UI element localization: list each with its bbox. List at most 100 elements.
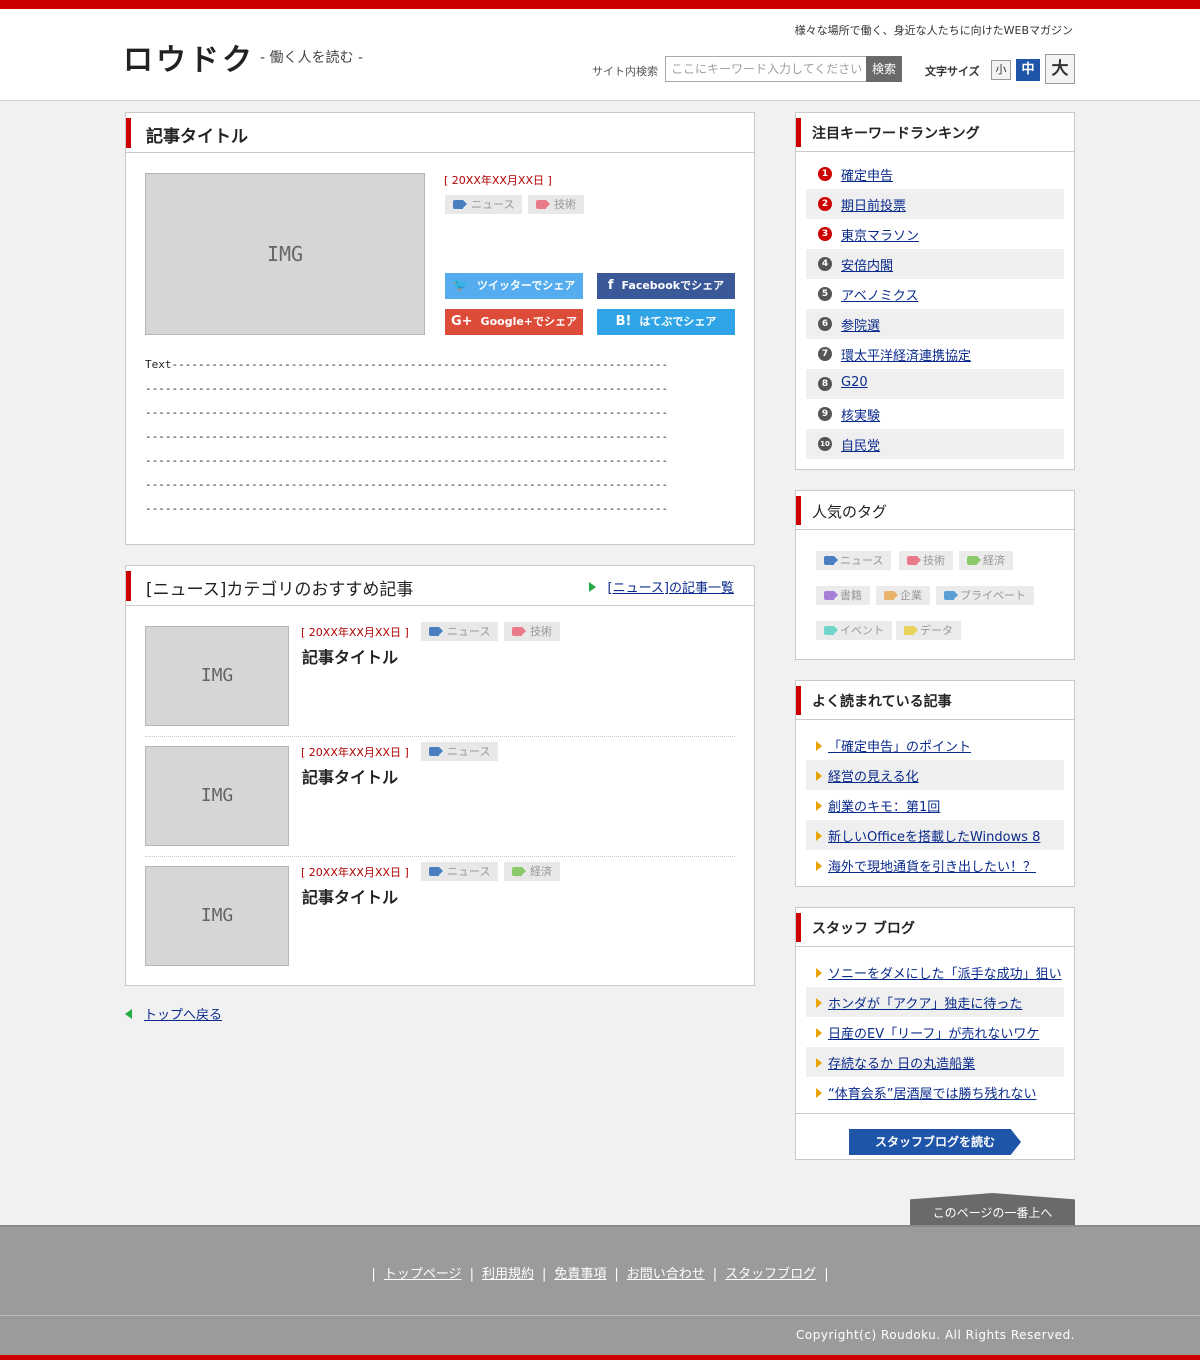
- ranking-item[interactable]: 5 アベノミクス: [806, 279, 1064, 309]
- item-image: IMG: [145, 626, 289, 726]
- ranking-keyword-link[interactable]: 核実験: [841, 405, 880, 424]
- ranking-title: 注目キーワードランキング: [812, 126, 980, 142]
- article-link[interactable]: “体育会系”居酒屋では勝ち残れない: [828, 1083, 1036, 1102]
- most-read-header: よく読まれている記事: [796, 681, 1074, 720]
- list-item[interactable]: IMG [ 20XX年XX月XX日 ] ニュース 記事タイトル: [145, 742, 735, 866]
- recommend-more-link-text[interactable]: [ニュース]の記事一覧: [608, 581, 735, 596]
- article-link[interactable]: 創業のキモ：第1回: [828, 796, 940, 815]
- list-item[interactable]: IMG [ 20XX年XX月XX日 ] ニュース 技術 記事タイトル: [145, 622, 735, 746]
- list-item[interactable]: 創業のキモ：第1回: [806, 790, 1064, 820]
- article-tag-tech[interactable]: 技術: [528, 195, 584, 214]
- article-tag-news[interactable]: ニュース: [445, 195, 523, 214]
- recommend-more-link[interactable]: [ニュース]の記事一覧: [588, 577, 735, 596]
- list-item[interactable]: ホンダが「アクア」独走に待った: [806, 987, 1064, 1017]
- ranking-item[interactable]: 1 確定申告: [806, 159, 1064, 189]
- ranking-item[interactable]: 4 安倍内閣: [806, 249, 1064, 279]
- article-link[interactable]: ホンダが「アクア」独走に待った: [828, 993, 1022, 1012]
- popular-tag[interactable]: 書籍: [816, 586, 870, 605]
- popular-tag[interactable]: 技術: [899, 551, 953, 570]
- site-logo[interactable]: ロウドク: [123, 35, 255, 79]
- keyword-ranking-panel: 注目キーワードランキング 1 確定申告 2 期日前投票 3 東京マラソン 4 安倍内閣 5 アベノ…: [795, 112, 1075, 470]
- footer-link[interactable]: トップページ: [384, 1267, 462, 1282]
- list-item[interactable]: 新しいOfficeを搭載したWindows 8: [806, 820, 1064, 850]
- ranking-item[interactable]: 9 核実験: [806, 399, 1064, 429]
- ranking-keyword-link[interactable]: 期日前投票: [841, 195, 906, 214]
- ranking-keyword-link[interactable]: 安倍内閣: [841, 255, 893, 274]
- ranking-keyword-link[interactable]: 確定申告: [841, 165, 893, 184]
- popular-tags-panel: 人気のタグ ニュース 技術 経済 書籍 企業 プライベート イベント データ: [795, 490, 1075, 660]
- search-button[interactable]: 検索: [866, 56, 902, 82]
- ranking-keyword-link[interactable]: 東京マラソン: [841, 225, 919, 244]
- list-item[interactable]: IMG [ 20XX年XX月XX日 ] ニュース 経済 記事タイトル: [145, 862, 735, 986]
- ranking-keyword-link[interactable]: G20: [841, 375, 868, 390]
- popular-tag[interactable]: プライベート: [936, 586, 1034, 605]
- search-label: サイト内検索: [592, 65, 658, 78]
- hatena-share-button[interactable]: B! はてぶでシェア: [597, 309, 735, 335]
- body-line: ----------------------------------------…: [145, 502, 669, 515]
- tag-label: ニュース: [471, 198, 515, 211]
- item-date: [ 20XX年XX月XX日 ]: [301, 626, 409, 639]
- hatena-share-label: はてぶでシェア: [639, 315, 717, 328]
- item-tag[interactable]: 経済: [504, 862, 560, 881]
- article-link[interactable]: ソニーをダメにした「派手な成功」狙い: [828, 963, 1062, 982]
- ranking-keyword-link[interactable]: 自民党: [841, 435, 880, 454]
- list-item[interactable]: 日産のEV「リーフ」が売れないワケ: [806, 1017, 1064, 1047]
- item-title[interactable]: 記事タイトル: [302, 644, 398, 668]
- article-link[interactable]: 新しいOfficeを搭載したWindows 8: [828, 826, 1040, 845]
- ranking-item[interactable]: 3 東京マラソン: [806, 219, 1064, 249]
- google-share-button[interactable]: G+ Google+でシェア: [445, 309, 583, 335]
- search-input[interactable]: [665, 56, 867, 82]
- item-tag[interactable]: ニュース: [421, 862, 499, 881]
- list-item[interactable]: “体育会系”居酒屋では勝ち残れない: [806, 1077, 1064, 1107]
- popular-tag[interactable]: イベント: [816, 621, 892, 640]
- list-item[interactable]: 「確定申告」のポイント: [806, 730, 1064, 760]
- footer-separator: |: [824, 1267, 829, 1282]
- list-item[interactable]: 海外で現地通貨を引き出したい！？: [806, 850, 1064, 880]
- list-item[interactable]: 経営の見える化: [806, 760, 1064, 790]
- ranking-keyword-link[interactable]: 参院選: [841, 315, 880, 334]
- popular-tag[interactable]: データ: [896, 621, 961, 640]
- ranking-item[interactable]: 6 参院選: [806, 309, 1064, 339]
- footer-link[interactable]: 免責事項: [554, 1267, 606, 1282]
- item-tag[interactable]: ニュース: [421, 622, 499, 641]
- item-tag[interactable]: 技術: [504, 622, 560, 641]
- facebook-share-button[interactable]: f Facebookでシェア: [597, 273, 735, 299]
- read-staff-blog-button[interactable]: スタッフブログを読む: [849, 1129, 1021, 1155]
- article-link[interactable]: 存続なるか 日の丸造船業: [828, 1053, 975, 1072]
- article-link[interactable]: 日産のEV「リーフ」が売れないワケ: [828, 1023, 1039, 1042]
- tag-label: 技術: [530, 625, 552, 638]
- font-size-medium-button[interactable]: 中: [1016, 59, 1040, 81]
- bullet-arrow-icon: [816, 741, 822, 751]
- popular-tag[interactable]: 企業: [876, 586, 930, 605]
- footer-link[interactable]: お問い合わせ: [627, 1267, 705, 1282]
- back-to-top-link[interactable]: トップへ戻る: [125, 1004, 222, 1023]
- footer-link[interactable]: スタッフブログ: [725, 1267, 816, 1282]
- popular-tag[interactable]: 経済: [959, 551, 1013, 570]
- page-top-button[interactable]: このページの一番上へ: [910, 1193, 1075, 1225]
- font-size-large-button[interactable]: 大: [1045, 54, 1075, 84]
- item-title[interactable]: 記事タイトル: [302, 764, 398, 788]
- list-item[interactable]: 存続なるか 日の丸造船業: [806, 1047, 1064, 1077]
- article-link[interactable]: 経営の見える化: [828, 766, 919, 785]
- item-title[interactable]: 記事タイトル: [302, 884, 398, 908]
- article-link[interactable]: 「確定申告」のポイント: [828, 736, 971, 755]
- twitter-share-button[interactable]: 🐦 ツイッターでシェア: [445, 273, 583, 299]
- list-item[interactable]: ソニーをダメにした「派手な成功」狙い: [806, 957, 1064, 987]
- site-catchphrase: 様々な場所で働く、身近な人たちに向けたWEBマガジン: [794, 24, 1073, 37]
- back-to-top-text[interactable]: トップへ戻る: [144, 1008, 222, 1023]
- ranking-item[interactable]: 2 期日前投票: [806, 189, 1064, 219]
- site-tagline: - 働く人を読む -: [260, 50, 364, 66]
- item-tag[interactable]: ニュース: [421, 742, 499, 761]
- article-link[interactable]: 海外で現地通貨を引き出したい！？: [828, 856, 1036, 875]
- ranking-item[interactable]: 10 自民党: [806, 429, 1064, 459]
- ranking-item[interactable]: 7 環太平洋経済連携協定: [806, 339, 1064, 369]
- rank-number-badge: 5: [818, 287, 832, 301]
- ranking-item[interactable]: 8 G20: [806, 369, 1064, 399]
- ranking-keyword-link[interactable]: 環太平洋経済連携協定: [841, 345, 971, 364]
- ranking-keyword-link[interactable]: アベノミクス: [841, 285, 918, 304]
- popular-tag[interactable]: ニュース: [816, 551, 892, 570]
- footer-separator: |: [614, 1267, 619, 1282]
- font-size-small-button[interactable]: 小: [991, 60, 1011, 80]
- footer-separator: |: [712, 1267, 718, 1282]
- footer-link[interactable]: 利用規約: [482, 1267, 534, 1282]
